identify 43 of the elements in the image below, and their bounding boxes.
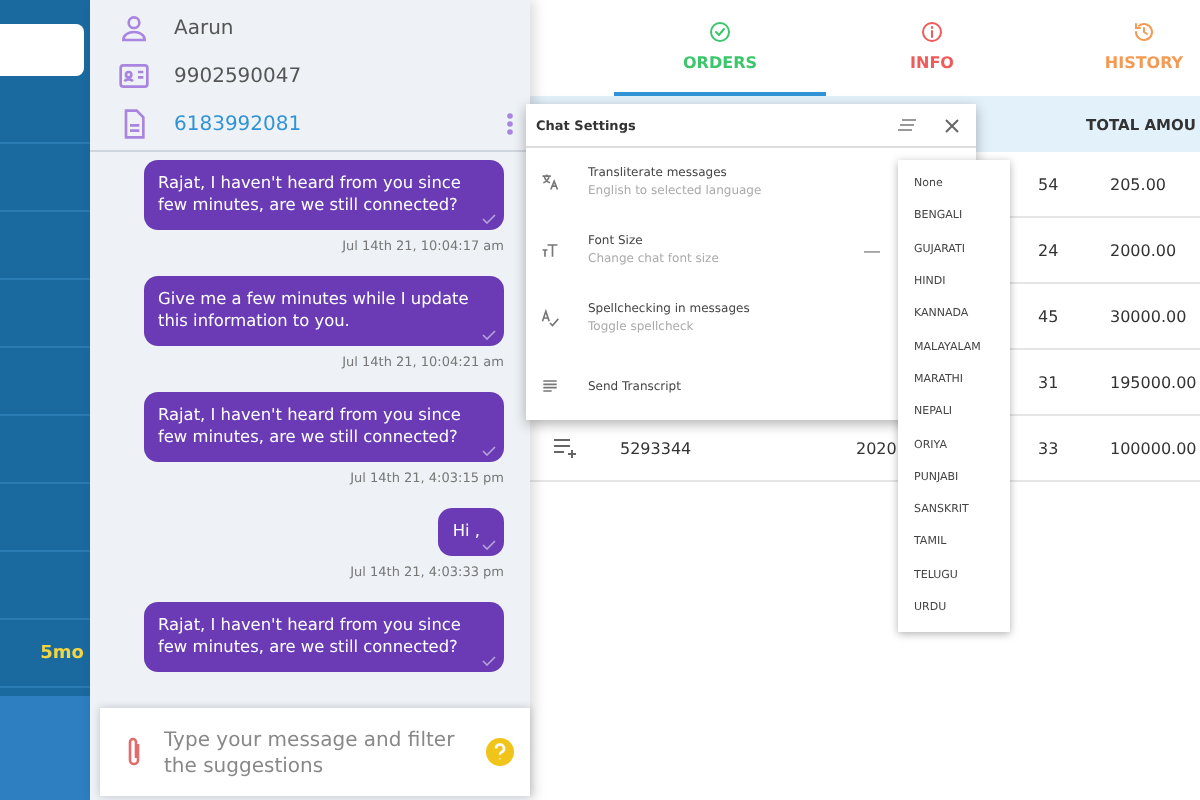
info-icon [920,20,944,44]
tick-icon [482,540,496,550]
table-cell: 5293344 [620,439,692,457]
message-bubble: Rajat, I haven't heard from you since few minutes, are we still connected? [144,160,504,230]
table-cell: 195000.00 [1110,373,1197,391]
table-cell: 24 [1038,241,1059,259]
time-label: 5mo [40,643,84,663]
table-cell: 2000.00 [1110,241,1177,259]
history-icon [1132,20,1156,44]
check-circle-icon [708,20,732,44]
table-cell: 30000.00 [1110,307,1187,325]
message-bubble: Rajat, I haven't heard from you since few minutes, are we still connected? [144,392,504,462]
lines-icon [540,376,560,396]
spellcheck-icon [540,308,560,328]
tick-icon [482,214,496,224]
message-input[interactable]: Type your message and filter the suggestions [100,708,530,796]
table-cell: 31 [1038,373,1059,391]
help-icon[interactable] [486,738,514,766]
tick-icon [482,330,496,340]
paperclip-icon[interactable] [124,736,144,768]
more-icon[interactable] [506,112,514,136]
search-field[interactable] [0,24,84,76]
translate-icon [540,172,560,192]
person-icon [118,12,150,44]
table-cell: 45 [1038,307,1059,325]
message-bubble: Give me a few minutes while I update this information to you. [144,276,504,346]
table-cell: 100000.00 [1110,439,1197,457]
add-to-list-icon[interactable] [554,438,578,458]
table-cell: 33 [1038,439,1059,457]
lines-icon[interactable] [898,118,916,132]
close-icon[interactable] [944,117,960,133]
decrease-button[interactable]: — [864,241,880,259]
text-size-icon [540,240,560,260]
message-bubble: Rajat, I haven't heard from you since few minutes, are we still connected? [144,602,504,672]
tick-icon [482,446,496,456]
contact-name: Aarun [174,17,236,39]
table-cell: 54 [1038,175,1059,193]
message-bubble: Hi , [438,508,504,556]
table-cell: 2020 [856,439,897,457]
table-cell: 205.00 [1110,175,1166,193]
tick-icon [482,656,496,666]
phone-number: 9902590047 [174,65,304,87]
contact-card-icon [118,60,150,92]
